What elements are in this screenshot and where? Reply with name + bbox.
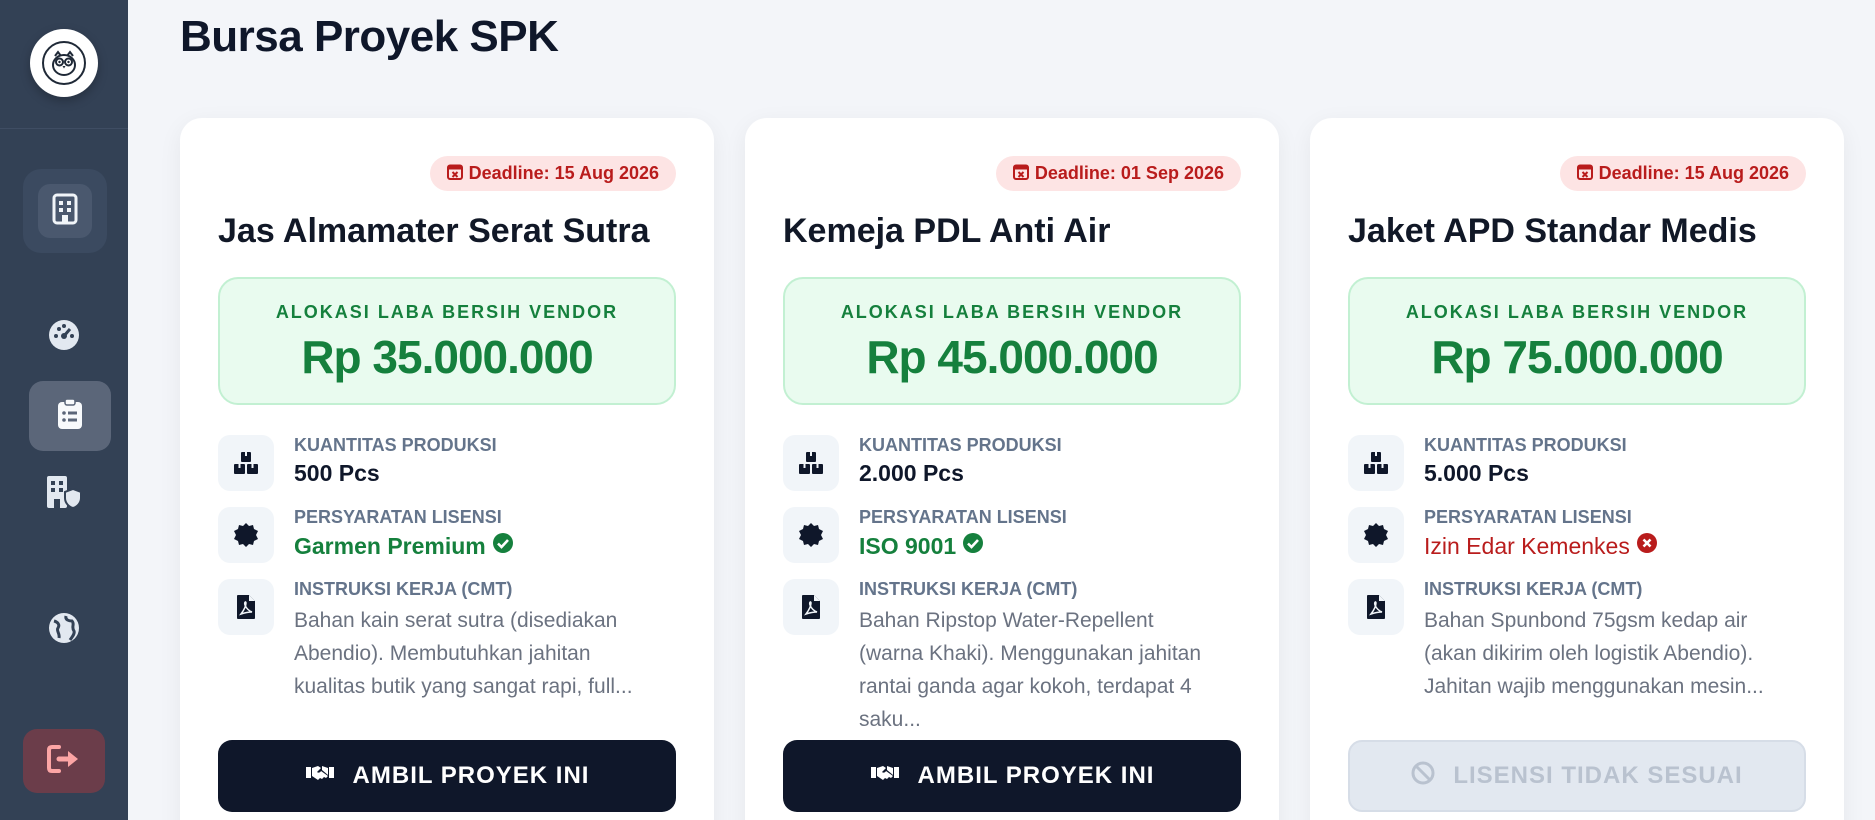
- license-label: PERSYARATAN LISENSI: [1424, 507, 1632, 527]
- sidebar-item-global[interactable]: [42, 608, 86, 652]
- deadline-badge: Deadline: 01 Sep 2026: [995, 156, 1241, 191]
- cmt-label: INSTRUKSI KERJA (CMT): [1424, 579, 1643, 599]
- project-card: Deadline: 01 Sep 2026 Kemeja PDL Anti Ai…: [745, 118, 1279, 820]
- project-title: Kemeja PDL Anti Air: [783, 212, 1111, 250]
- profit-value: Rp 35.000.000: [301, 331, 593, 383]
- file-pdf-icon: [783, 579, 839, 635]
- quantity-row: KUANTITAS PRODUKSI 500 Pcs: [218, 435, 497, 491]
- cmt-label: INSTRUKSI KERJA (CMT): [294, 579, 513, 599]
- boxes-icon: [783, 435, 839, 491]
- cmt-description: Bahan Ripstop Water-Repellent (warna Kha…: [859, 609, 1202, 731]
- sidebar-item-dashboard[interactable]: [42, 315, 86, 359]
- license-value: Izin Edar Kemenkes: [1424, 532, 1658, 560]
- handshake-icon: [305, 762, 335, 790]
- quantity-value: 5.000 Pcs: [1424, 460, 1529, 486]
- handshake-icon: [870, 762, 900, 790]
- license-value: Garmen Premium: [294, 532, 514, 560]
- cmt-description: Bahan Spunbond 75gsm kedap air (akan dik…: [1424, 609, 1764, 698]
- license-value: ISO 9001: [859, 532, 1067, 560]
- button-label: LISENSI TIDAK SESUAI: [1453, 762, 1743, 789]
- certificate-icon: [1348, 507, 1404, 563]
- globe-icon: [48, 612, 80, 649]
- x-circle-icon: [1636, 532, 1658, 560]
- sidebar-item-company[interactable]: [42, 472, 86, 516]
- calendar-x-icon: [1576, 163, 1593, 185]
- quantity-label: KUANTITAS PRODUKSI: [294, 435, 497, 455]
- clipboard-icon: [57, 397, 83, 435]
- project-title: Jaket APD Standar Medis: [1348, 212, 1757, 250]
- license-mismatch-button[interactable]: LISENSI TIDAK SESUAI: [1348, 740, 1806, 812]
- profit-box: ALOKASI LABA BERSIH VENDOR Rp 75.000.000: [1348, 277, 1806, 405]
- quantity-label: KUANTITAS PRODUKSI: [859, 435, 1062, 455]
- license-label: PERSYARATAN LISENSI: [859, 507, 1067, 527]
- quantity-row: KUANTITAS PRODUKSI 2.000 Pcs: [783, 435, 1062, 491]
- deadline-badge: Deadline: 15 Aug 2026: [1559, 156, 1806, 191]
- license-row: PERSYARATAN LISENSI Garmen Premium: [218, 507, 514, 563]
- sidebar: [0, 0, 128, 820]
- building-shield-icon: [46, 475, 82, 514]
- sidebar-divider: [0, 128, 128, 129]
- button-label: AMBIL PROYEK INI: [917, 762, 1155, 789]
- cmt-description: Bahan kain serat sutra (disediakan Abend…: [294, 609, 633, 698]
- sidebar-item-building[interactable]: [23, 169, 107, 253]
- license-name: ISO 9001: [859, 532, 957, 559]
- cmt-row: INSTRUKSI KERJA (CMT) Bahan Spunbond 75g…: [1348, 579, 1784, 703]
- cmt-label: INSTRUKSI KERJA (CMT): [859, 579, 1078, 599]
- license-name: Garmen Premium: [294, 532, 486, 559]
- license-name: Izin Edar Kemenkes: [1424, 532, 1630, 559]
- quantity-label: KUANTITAS PRODUKSI: [1424, 435, 1627, 455]
- profit-label: ALOKASI LABA BERSIH VENDOR: [1405, 302, 1749, 322]
- license-row: PERSYARATAN LISENSI ISO 9001: [783, 507, 1067, 563]
- profit-label: ALOKASI LABA BERSIH VENDOR: [840, 302, 1184, 322]
- take-project-button[interactable]: AMBIL PROYEK INI: [783, 740, 1241, 812]
- boxes-icon: [218, 435, 274, 491]
- quantity-value: 2.000 Pcs: [859, 460, 964, 486]
- button-label: AMBIL PROYEK INI: [352, 762, 590, 789]
- logo[interactable]: [30, 29, 98, 97]
- profit-box: ALOKASI LABA BERSIH VENDOR Rp 35.000.000: [218, 277, 676, 405]
- building-icon: [52, 193, 78, 230]
- cmt-row: INSTRUKSI KERJA (CMT) Bahan Ripstop Wate…: [783, 579, 1219, 736]
- check-circle-icon: [492, 532, 514, 560]
- page-title: Bursa Proyek SPK: [180, 12, 559, 61]
- file-pdf-icon: [218, 579, 274, 635]
- project-card: Deadline: 15 Aug 2026 Jas Almamater Sera…: [180, 118, 714, 820]
- logout-icon: [47, 744, 81, 778]
- check-circle-icon: [962, 532, 984, 560]
- take-project-button[interactable]: AMBIL PROYEK INI: [218, 740, 676, 812]
- owl-logo-icon: [42, 41, 86, 85]
- sidebar-item-projects[interactable]: [29, 381, 111, 451]
- ban-icon: [1411, 761, 1435, 792]
- cmt-row: INSTRUKSI KERJA (CMT) Bahan kain serat s…: [218, 579, 654, 703]
- file-pdf-icon: [1348, 579, 1404, 635]
- profit-value: Rp 45.000.000: [866, 331, 1158, 383]
- deadline-text: Deadline: 15 Aug 2026: [1598, 163, 1789, 183]
- project-title: Jas Almamater Serat Sutra: [218, 212, 650, 250]
- certificate-icon: [783, 507, 839, 563]
- profit-value: Rp 75.000.000: [1431, 331, 1723, 383]
- deadline-badge: Deadline: 15 Aug 2026: [429, 156, 676, 191]
- boxes-icon: [1348, 435, 1404, 491]
- project-card: Deadline: 15 Aug 2026 Jaket APD Standar …: [1310, 118, 1844, 820]
- license-row: PERSYARATAN LISENSI Izin Edar Kemenkes: [1348, 507, 1658, 563]
- deadline-text: Deadline: 01 Sep 2026: [1034, 163, 1224, 183]
- profit-box: ALOKASI LABA BERSIH VENDOR Rp 45.000.000: [783, 277, 1241, 405]
- deadline-text: Deadline: 15 Aug 2026: [468, 163, 659, 183]
- certificate-icon: [218, 507, 274, 563]
- calendar-x-icon: [1012, 163, 1029, 185]
- sidebar-item-logout[interactable]: [23, 729, 105, 793]
- quantity-row: KUANTITAS PRODUKSI 5.000 Pcs: [1348, 435, 1627, 491]
- license-label: PERSYARATAN LISENSI: [294, 507, 502, 527]
- calendar-x-icon: [446, 163, 463, 185]
- profit-label: ALOKASI LABA BERSIH VENDOR: [275, 302, 619, 322]
- gauge-icon: [48, 319, 80, 356]
- quantity-value: 500 Pcs: [294, 460, 380, 486]
